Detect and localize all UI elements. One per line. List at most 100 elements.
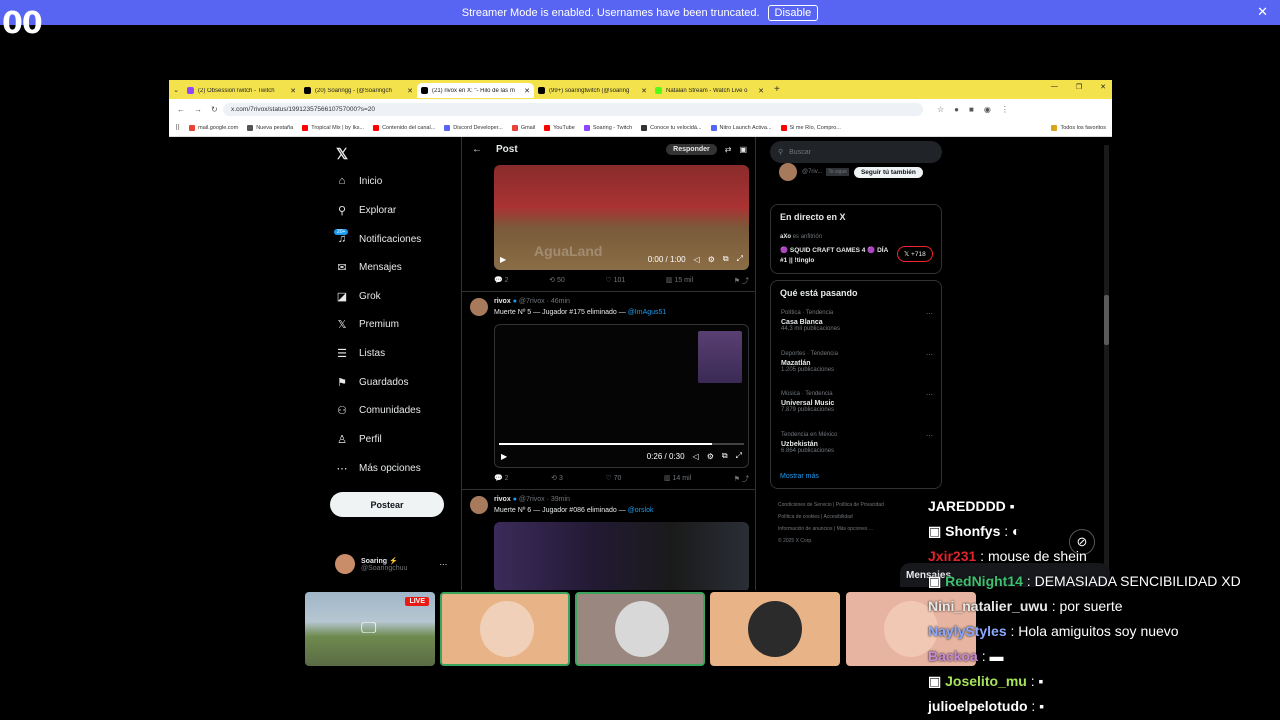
nav-premium[interactable]: 𝕏 Premium [335, 318, 399, 331]
url-field[interactable]: x.com/7rivox/status/1991235756610757000?… [223, 102, 923, 116]
profile-icon[interactable]: ◉ [984, 105, 991, 114]
show-more-link[interactable]: Mostrar más [780, 473, 819, 480]
live-listeners[interactable]: 𝕏 +718 [897, 246, 933, 262]
bookmark-icon[interactable]: ⚑ ⤴ [734, 276, 749, 286]
settings-icon[interactable]: ⚙ [707, 452, 714, 461]
filter-icon[interactable]: ⇄ [725, 145, 732, 154]
video-progress[interactable] [499, 443, 744, 445]
search-input[interactable]: ⚲ Buscar [770, 141, 942, 163]
nav-listas[interactable]: ☰ Listas [335, 347, 385, 360]
apps-icon[interactable]: ⠿ [175, 124, 180, 132]
pip-icon[interactable]: ⧉ [722, 451, 728, 461]
account-switcher[interactable]: Soaring ⚡ @Soaringchuu ⋯ [335, 554, 447, 574]
menu-icon[interactable]: ⋮ [1001, 105, 1009, 114]
more-icon[interactable]: ⋯ [926, 310, 933, 318]
disable-button[interactable]: Disable [767, 4, 819, 21]
video-player[interactable] [494, 522, 749, 590]
volume-icon[interactable]: ◁ [694, 255, 700, 264]
browser-tab[interactable]: Natalan Stream - Watch Live o ✕ [651, 83, 768, 98]
follow-button[interactable]: Seguir tú también [853, 166, 923, 178]
scrollbar[interactable] [1104, 145, 1109, 585]
tab-close-icon[interactable]: ✕ [641, 87, 647, 95]
nav-notificaciones[interactable]: ♫ Notificaciones [335, 233, 421, 245]
close-icon[interactable]: ✕ [1257, 4, 1268, 20]
bookmark[interactable]: YouTube [544, 124, 575, 131]
settings-icon[interactable]: ⚙ [708, 255, 715, 264]
forward-icon[interactable]: → [194, 105, 202, 114]
nav-inicio[interactable]: ⌂ Inicio [335, 175, 383, 187]
extension-icon[interactable]: ● [954, 105, 959, 114]
participant-tile[interactable] [440, 592, 570, 666]
nav-guardados[interactable]: ⚑ Guardados [335, 376, 408, 389]
window-close-icon[interactable]: ✕ [1100, 83, 1106, 91]
minimize-icon[interactable]: — [1051, 83, 1058, 91]
more-icon[interactable]: ⋯ [439, 560, 447, 569]
bookmark[interactable]: Contenido del canal... [373, 124, 435, 131]
trend-item[interactable]: Música · Tendencia Universal Music 7.879 p… [781, 391, 834, 413]
tab-close-icon[interactable]: ✕ [290, 87, 296, 95]
play-icon[interactable]: ▶ [501, 452, 507, 461]
x-logo-icon[interactable]: 𝕏 [336, 145, 348, 163]
new-tab-icon[interactable]: + [774, 84, 780, 95]
bookmark[interactable]: Nitro Launch Activa... [710, 124, 772, 131]
like-action[interactable]: ♡ 101 [605, 276, 625, 286]
avatar[interactable] [470, 298, 488, 316]
trend-item[interactable]: Deportes · Tendencia Mazatlán 1.205 public… [781, 351, 838, 373]
participant-tile[interactable] [575, 592, 705, 666]
mention-link[interactable]: @orslok [628, 507, 654, 514]
stream-tile[interactable]: LIVE 🖵 [305, 592, 435, 666]
repost-action[interactable]: ⟲ 3 [551, 474, 563, 484]
bookmark[interactable]: Nueva pestaña [247, 124, 293, 131]
nav-comunidades[interactable]: ⚇ Comunidades [335, 404, 421, 417]
bookmark[interactable]: Conoce tu velocidá... [641, 124, 702, 131]
bookmark[interactable]: Discord Developer... [444, 124, 503, 131]
star-icon[interactable]: ☆ [937, 105, 944, 114]
back-arrow-icon[interactable]: ← [472, 144, 482, 155]
bookmark[interactable]: Gmail [511, 124, 535, 131]
reply-action[interactable]: 💬 2 [494, 474, 509, 484]
nav-explorar[interactable]: ⚲ Explorar [335, 204, 396, 217]
nav-mensajes[interactable]: ✉ Mensajes [335, 261, 401, 274]
bookmark[interactable]: Soaring - Twitch [583, 124, 632, 131]
mention-link[interactable]: @ImAgus51 [628, 309, 667, 316]
repost-action[interactable]: ⟲ 50 [549, 276, 565, 286]
nav-mas-opciones[interactable]: ⋯ Más opciones [335, 462, 421, 475]
reload-icon[interactable]: ↻ [211, 105, 218, 114]
play-icon[interactable]: ▶ [500, 255, 506, 264]
views-action[interactable]: ▥ 15 mil [666, 276, 693, 286]
bookmark[interactable]: Si me Río, Compro... [780, 124, 841, 131]
tab-search-icon[interactable]: ⌄ [169, 86, 183, 94]
post-button[interactable]: Postear [330, 492, 444, 517]
pip-icon[interactable]: ⧉ [723, 254, 729, 264]
nav-grok[interactable]: ◪ Grok [335, 290, 381, 303]
reply-action[interactable]: 💬 2 [494, 276, 509, 286]
views-action[interactable]: ▥ 14 mil [664, 474, 691, 484]
browser-tab[interactable]: (2) ObsessionTwitch - Twitch ✕ [183, 83, 300, 98]
volume-icon[interactable]: ◁ [693, 452, 699, 461]
bookmark-icon[interactable]: ⚑ ⤴ [734, 474, 749, 484]
video-player[interactable]: ▶ 0:26 / 0:30 ◁ ⚙ ⧉ ⤢ [494, 324, 749, 468]
trend-item[interactable]: Política · Tendencia Casa Blanca 44,3 mil … [781, 310, 840, 332]
avatar[interactable] [470, 496, 488, 514]
reply-button[interactable]: Responder [666, 143, 717, 155]
more-icon[interactable]: ⋯ [926, 351, 933, 359]
all-bookmarks[interactable]: Todos los favoritos [1051, 124, 1106, 131]
fullscreen-icon[interactable]: ⤢ [736, 451, 742, 461]
browser-tab[interactable]: (20) Soaringg - (@Soaringch ✕ [300, 83, 417, 98]
more-icon[interactable]: ⋯ [926, 432, 933, 440]
live-event[interactable]: 🟣 SQUID CRAFT GAMES 4 🟣 DÍA #1 || !tingl… [780, 246, 892, 266]
nav-perfil[interactable]: ♙ Perfil [335, 433, 382, 446]
browser-tab[interactable]: (99+) soaringtwitch (@soaring ✕ [534, 83, 651, 98]
tab-close-icon[interactable]: ✕ [758, 87, 764, 95]
fullscreen-icon[interactable]: ⤢ [737, 254, 743, 264]
trend-item[interactable]: Tendencia en México Uzbekistán 6.864 publi… [781, 432, 837, 454]
layout-icon[interactable]: ▣ [739, 145, 747, 154]
extension-icon[interactable]: ■ [969, 105, 974, 114]
like-action[interactable]: ♡ 70 [605, 474, 621, 484]
bookmark[interactable]: Tropical Mix | by Iks... [302, 124, 364, 131]
bookmark[interactable]: mail.google.com [189, 124, 238, 131]
browser-tab-active[interactable]: (21) rivox en X: "- Hilo de las m ✕ [417, 83, 534, 98]
more-icon[interactable]: ⋯ [926, 391, 933, 399]
tab-close-icon[interactable]: ✕ [524, 87, 530, 95]
maximize-icon[interactable]: ❐ [1076, 83, 1082, 91]
